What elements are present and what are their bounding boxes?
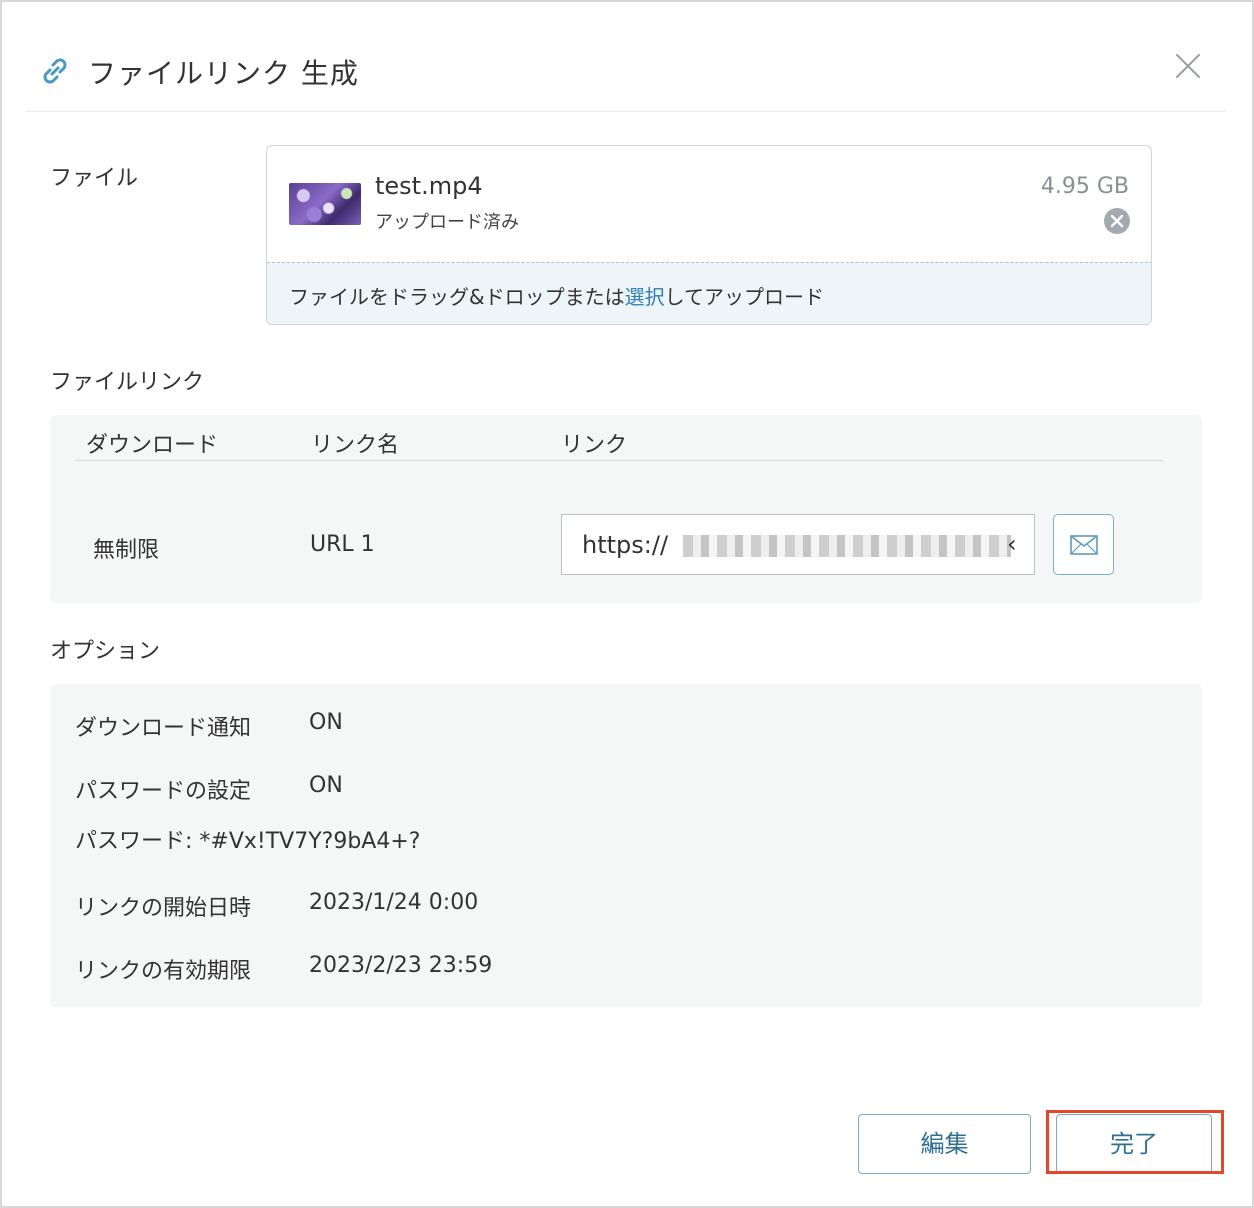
file-thumbnail xyxy=(289,183,361,225)
dialog-header: ファイルリンク 生成 xyxy=(26,32,1226,112)
remove-circle-icon[interactable] xyxy=(1103,207,1131,235)
column-header-link-name: リンク名 xyxy=(311,433,400,458)
close-icon[interactable] xyxy=(1172,50,1204,82)
option-value-link-expiry: 2023/2/23 23:59 xyxy=(309,953,493,978)
option-value-download-notify: ON xyxy=(309,710,343,735)
file-name: test.mp4 xyxy=(375,172,483,200)
column-header-link: リンク xyxy=(561,433,628,458)
select-file-link[interactable]: 選択 xyxy=(625,285,665,309)
option-key-link-expiry: リンクの有効期限 xyxy=(75,959,252,984)
dropzone-text-after: してアップロード xyxy=(664,285,825,309)
upload-dropzone[interactable]: ファイルをドラッグ&ドロップまたは選択してアップロード xyxy=(267,262,1151,324)
dropzone-text-before: ファイルをドラッグ&ドロップまたは xyxy=(289,285,625,309)
link-name-value: URL 1 xyxy=(310,532,375,557)
file-size: 4.95 GB xyxy=(1040,174,1129,199)
options-section-label: オプション xyxy=(50,639,161,664)
link-icon xyxy=(38,54,72,88)
table-header-divider xyxy=(75,460,1163,461)
file-link-table: ダウンロード リンク名 リンク 無制限 URL 1 ‹ xyxy=(50,415,1202,603)
link-url-field[interactable] xyxy=(561,514,1035,575)
file-link-dialog: ファイルリンク 生成 ファイル test.mp4 アップロード済み 4.95 G… xyxy=(0,0,1254,1208)
mail-icon xyxy=(1070,535,1098,555)
done-button[interactable]: 完了 xyxy=(1056,1114,1212,1174)
column-header-download: ダウンロード xyxy=(86,433,219,458)
download-limit-value: 無制限 xyxy=(93,538,160,563)
option-key-password-setting: パスワードの設定 xyxy=(75,779,252,804)
file-section-label: ファイル xyxy=(50,166,139,191)
file-box: test.mp4 アップロード済み 4.95 GB ファイルをドラッグ&ドロップ… xyxy=(266,145,1152,325)
dialog-title: ファイルリンク 生成 xyxy=(88,57,359,90)
send-mail-button[interactable] xyxy=(1053,514,1114,575)
option-value-link-start: 2023/1/24 0:00 xyxy=(309,890,479,915)
options-panel: ダウンロード通知 ON パスワードの設定 ON パスワード: *#Vx!TV7Y… xyxy=(50,684,1202,1007)
option-password: パスワード: *#Vx!TV7Y?9bA4+? xyxy=(75,829,421,854)
option-key-download-notify: ダウンロード通知 xyxy=(75,716,252,741)
file-link-section-label: ファイルリンク xyxy=(50,370,205,395)
option-key-link-start: リンクの開始日時 xyxy=(75,896,252,921)
edit-button[interactable]: 編集 xyxy=(858,1114,1031,1174)
dropzone-text: ファイルをドラッグ&ドロップまたは選択してアップロード xyxy=(289,281,824,310)
option-value-password-setting: ON xyxy=(309,773,343,798)
file-status: アップロード済み xyxy=(375,212,519,233)
